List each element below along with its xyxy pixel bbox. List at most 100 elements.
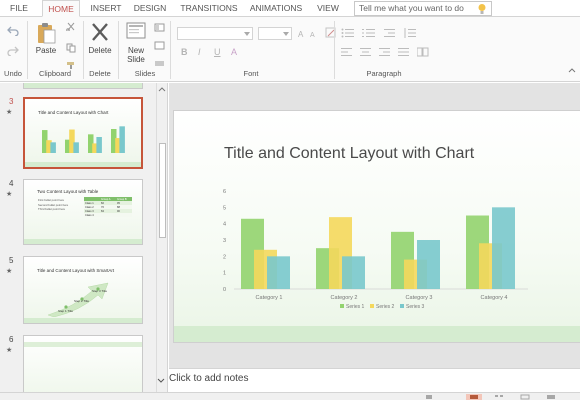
undo-group-label: Undo (4, 69, 22, 78)
tab-file[interactable]: FILE (4, 0, 34, 17)
thumbnail-slide-3[interactable]: Title and Content Layout with Chart (23, 97, 143, 169)
current-slide[interactable]: Title and Content Layout with Chart 0 1 2 3… (173, 110, 580, 343)
thumbnail-title: Two Content Layout with Table (37, 189, 99, 194)
legend-swatch (370, 304, 374, 308)
tab-transitions[interactable]: TRANSITIONS (178, 0, 240, 17)
delete-group-label: Delete (89, 69, 111, 78)
thumbnails-scrollbar[interactable] (156, 83, 167, 400)
legend-label: Series 3 (406, 304, 425, 310)
align-left-icon[interactable] (341, 47, 353, 57)
slide-sorter-view-icon[interactable] (494, 394, 504, 400)
font-color-button[interactable]: A (231, 47, 237, 57)
font-family-select[interactable] (177, 27, 253, 40)
y-tick-label: 4 (223, 222, 226, 228)
section-icon[interactable] (154, 59, 165, 68)
columns-icon[interactable] (417, 47, 429, 57)
thumbnail-table-cell (100, 213, 116, 217)
layout-icon[interactable] (154, 23, 165, 32)
notes-view-icon[interactable] (424, 394, 434, 400)
italic-button[interactable]: I (198, 47, 201, 57)
thumbnail-slide-5[interactable]: Title and Content Layout with SmartArt S… (23, 256, 143, 324)
undo-icon[interactable] (7, 26, 19, 36)
smartart-step-label: Step 1 Title (58, 309, 74, 313)
smartart-arrow-graphic (47, 282, 109, 317)
thumbnail-bar (96, 137, 102, 153)
delete-icon[interactable] (91, 22, 109, 42)
chevron-down-icon[interactable] (156, 376, 166, 386)
animation-star-icon: ★ (6, 268, 13, 275)
paste-button[interactable]: Paste (30, 46, 62, 55)
new-slide-label-line1: New (127, 46, 144, 55)
bullets-icon[interactable] (341, 28, 355, 38)
tab-animations[interactable]: ANIMATIONS (248, 0, 304, 17)
normal-view-icon[interactable] (466, 394, 482, 400)
numbering-icon[interactable] (362, 28, 376, 38)
notes-placeholder[interactable]: Click to add notes (169, 373, 249, 384)
thumbnail-slide-4[interactable]: Two Content Layout with Table First bull… (23, 179, 143, 245)
format-painter-icon[interactable] (66, 61, 76, 69)
thumbnail-title: Title and Content Layout with SmartArt (37, 268, 115, 273)
animation-star-icon: ★ (6, 191, 13, 198)
copy-icon[interactable] (66, 43, 76, 53)
y-tick-label: 0 (223, 287, 226, 293)
x-tick-label: Category 1 (256, 295, 283, 301)
align-center-icon[interactable] (360, 47, 372, 57)
bold-button[interactable]: B (181, 47, 188, 57)
underline-button[interactable]: U (214, 47, 221, 57)
scroll-up-icon[interactable] (156, 83, 168, 97)
bar-series-3 (492, 207, 515, 289)
lightbulb-icon (478, 4, 486, 14)
decrease-font-icon[interactable]: A (310, 29, 320, 38)
smartart-step-label: Step 2 Title (74, 299, 90, 303)
thumbnail-number: 6 (9, 335, 14, 344)
ribbon: Undo Paste Clipboard Delete Delete New S… (0, 17, 580, 82)
bar-series-3 (417, 240, 440, 289)
collapse-ribbon-icon[interactable] (568, 67, 576, 73)
reset-icon[interactable] (154, 41, 165, 50)
tell-me-placeholder: Tell me what you want to do (359, 3, 464, 13)
thumbnails-scrollbar-thumb[interactable] (159, 143, 166, 238)
thumbnail-title: Title and Content Layout with Chart (38, 110, 109, 115)
clear-formatting-icon[interactable] (325, 27, 337, 39)
new-slide-button[interactable]: New Slide (122, 46, 150, 64)
slide-title[interactable]: Title and Content Layout with Chart (224, 145, 474, 163)
bar-series-3 (342, 256, 365, 289)
justify-icon[interactable] (398, 47, 410, 57)
thumbnail-number: 5 (9, 256, 14, 265)
tab-design[interactable]: DESIGN (130, 0, 170, 17)
thumbnail-slide-6[interactable] (23, 335, 143, 400)
font-group-label: Font (243, 69, 259, 78)
align-right-icon[interactable] (379, 47, 391, 57)
notes-pane[interactable]: Click to add notes (169, 368, 580, 390)
y-tick-label: 5 (223, 205, 226, 211)
redo-icon[interactable] (7, 46, 19, 56)
svg-text:A: A (298, 30, 304, 38)
new-slide-icon[interactable] (126, 22, 146, 40)
column-chart[interactable]: 0 1 2 3 4 5 6 Category 1 Category 2 Category 3 Cat… (214, 181, 534, 317)
smartart-step-label: Step 3 Title (92, 289, 108, 293)
tab-insert[interactable]: INSERT (86, 0, 126, 17)
increase-font-icon[interactable]: A (298, 29, 308, 38)
tell-me-search-input[interactable]: Tell me what you want to do (354, 1, 492, 16)
reading-view-icon[interactable] (520, 394, 530, 400)
thumbnail-bullet: First bullet point here (38, 198, 65, 202)
y-tick-label: 6 (223, 189, 226, 195)
indent-icon[interactable] (384, 28, 396, 38)
line-spacing-icon[interactable] (404, 28, 416, 38)
clipboard-group-label: Clipboard (38, 69, 72, 78)
paste-icon[interactable] (36, 22, 56, 44)
bar-series-3 (267, 256, 290, 289)
tab-view[interactable]: VIEW (312, 0, 344, 17)
slide-thumbnails-pane: 3 ★ Title and Content Layout with Chart … (0, 83, 168, 400)
legend-swatch (400, 304, 404, 308)
slide-show-view-icon[interactable] (546, 394, 556, 400)
slide-footer-band (174, 326, 580, 342)
y-tick-label: 2 (223, 254, 226, 260)
slides-group-label: Slides (134, 69, 156, 78)
font-size-select[interactable] (258, 27, 292, 40)
new-slide-label-line2: Slide (127, 55, 145, 64)
tab-home[interactable]: HOME (42, 0, 80, 17)
delete-button[interactable]: Delete (86, 46, 114, 55)
thumbnail-slide-2[interactable] (23, 83, 143, 89)
cut-icon[interactable] (66, 22, 76, 31)
